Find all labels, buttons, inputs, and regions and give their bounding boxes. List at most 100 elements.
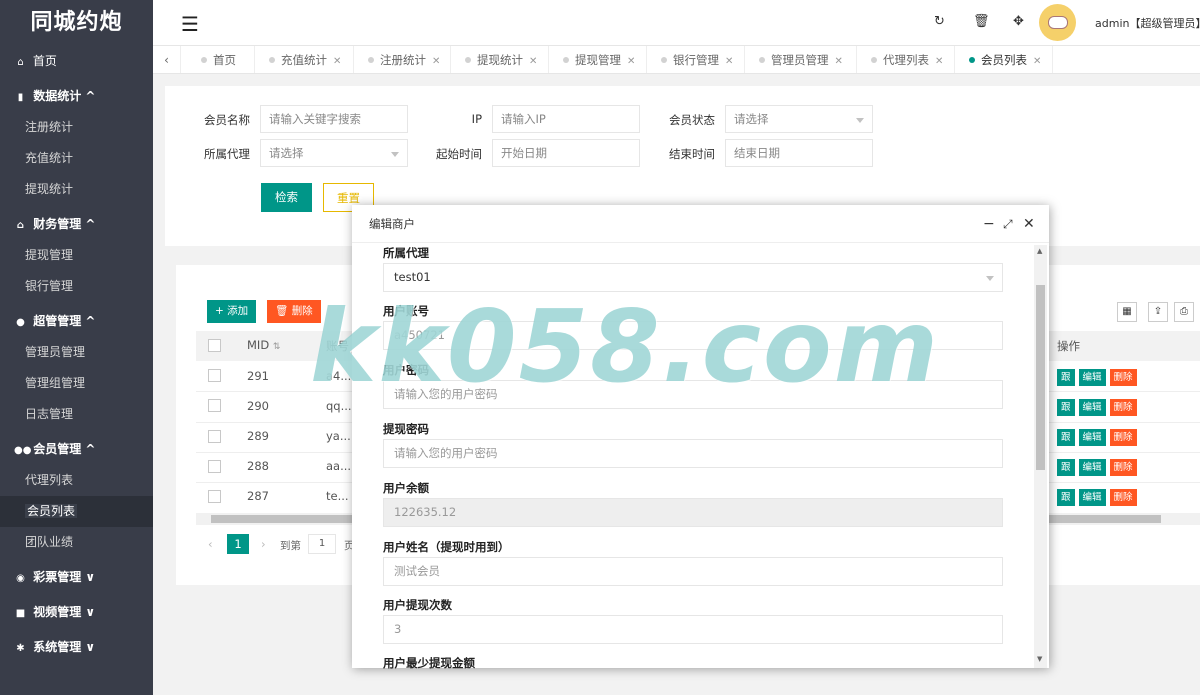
sidebar-item-bank-manage[interactable]: 银行管理 bbox=[0, 271, 153, 302]
sidebar-item-member-list[interactable]: 会员列表 bbox=[0, 496, 153, 527]
row-checkbox[interactable] bbox=[208, 399, 221, 412]
pager-goto-input[interactable]: 1 bbox=[308, 534, 336, 554]
close-icon[interactable]: ✕ bbox=[1023, 205, 1035, 243]
follow-button[interactable]: 跟 bbox=[1057, 369, 1075, 386]
modal-scrollbar[interactable]: ▲ ▼ bbox=[1034, 245, 1047, 668]
batch-delete-button[interactable]: 🗑 删除 bbox=[267, 300, 321, 323]
select-all-checkbox[interactable] bbox=[208, 339, 221, 352]
sidebar-group-video[interactable]: ■ 视频管理 ∨ bbox=[0, 597, 153, 628]
scroll-down-icon[interactable]: ▼ bbox=[1037, 655, 1042, 663]
follow-button[interactable]: 跟 bbox=[1057, 489, 1075, 506]
sidebar-item-recharge-stats[interactable]: 充值统计 bbox=[0, 143, 153, 174]
real-name-input[interactable]: 测试会员 bbox=[383, 557, 1003, 586]
sidebar-item-admin-manage[interactable]: 管理员管理 bbox=[0, 337, 153, 368]
tab-close-icon[interactable]: ✕ bbox=[725, 56, 733, 67]
delete-button[interactable]: 删除 bbox=[1109, 399, 1137, 416]
edit-button[interactable]: 编辑 bbox=[1078, 429, 1106, 446]
row-checkbox[interactable] bbox=[208, 490, 221, 503]
columns-filter-icon[interactable]: ▦ bbox=[1117, 302, 1137, 322]
start-date-input[interactable]: 开始日期 bbox=[492, 139, 640, 167]
follow-button[interactable]: 跟 bbox=[1057, 459, 1075, 476]
pager-next-icon[interactable]: › bbox=[261, 537, 266, 551]
tab-home[interactable]: 首页 bbox=[187, 46, 255, 73]
follow-button[interactable]: 跟 bbox=[1057, 429, 1075, 446]
row-checkbox[interactable] bbox=[208, 369, 221, 382]
fullscreen-icon[interactable]: ✥ bbox=[1013, 14, 1024, 29]
tab-recharge-stats[interactable]: 充值统计 ✕ bbox=[255, 46, 354, 73]
sidebar-item-withdraw-stats[interactable]: 提现统计 bbox=[0, 174, 153, 205]
add-button[interactable]: + 添加 bbox=[207, 300, 257, 323]
sidebar-group-lottery[interactable]: ◉ 彩票管理 ∨ bbox=[0, 562, 153, 593]
member-name-input[interactable]: 请输入关键字搜索 bbox=[260, 105, 408, 133]
avatar[interactable] bbox=[1039, 4, 1076, 41]
withdraw-count-input[interactable]: 3 bbox=[383, 615, 1003, 644]
pager-current-page[interactable]: 1 bbox=[227, 534, 249, 554]
ip-input[interactable]: 请输入IP bbox=[492, 105, 640, 133]
sidebar-item-log-manage[interactable]: 日志管理 bbox=[0, 399, 153, 430]
withdraw-password-input[interactable]: 请输入您的用户密码 bbox=[383, 439, 1003, 468]
end-date-input[interactable]: 结束日期 bbox=[725, 139, 873, 167]
edit-button[interactable]: 编辑 bbox=[1078, 369, 1106, 386]
sidebar-item-agent-list[interactable]: 代理列表 bbox=[0, 465, 153, 496]
tab-scroll-left-icon[interactable]: ‹ bbox=[153, 46, 181, 73]
sidebar-group-header-members[interactable]: ●● 会员管理 ^ bbox=[0, 434, 153, 465]
scroll-up-icon[interactable]: ▲ bbox=[1037, 247, 1042, 255]
modal-scrollbar-thumb[interactable] bbox=[1036, 285, 1045, 470]
column-header-mid[interactable]: MID ⇅ bbox=[247, 338, 280, 352]
sidebar-group-system[interactable]: ✱ 系统管理 ∨ bbox=[0, 632, 153, 663]
sidebar-item-admin-group-manage[interactable]: 管理组管理 bbox=[0, 368, 153, 399]
follow-button[interactable]: 跟 bbox=[1057, 399, 1075, 416]
tab-register-stats[interactable]: 注册统计 ✕ bbox=[354, 46, 451, 73]
delete-button[interactable]: 删除 bbox=[1109, 459, 1137, 476]
app-logo: 同城约炮 bbox=[30, 10, 123, 35]
tab-close-icon[interactable]: ✕ bbox=[529, 56, 537, 67]
minimize-icon[interactable]: − bbox=[983, 205, 995, 243]
edit-button[interactable]: 编辑 bbox=[1078, 459, 1106, 476]
balance-field-label: 用户余额 bbox=[383, 481, 429, 495]
edit-button[interactable]: 编辑 bbox=[1078, 489, 1106, 506]
menu-toggle-icon[interactable]: ☰ bbox=[181, 12, 199, 36]
delete-button[interactable]: 删除 bbox=[1109, 369, 1137, 386]
tab-withdraw-stats[interactable]: 提现统计 ✕ bbox=[451, 46, 549, 73]
maximize-icon[interactable]: ⤢ bbox=[1003, 205, 1013, 243]
password-field-input[interactable]: 请输入您的用户密码 bbox=[383, 380, 1003, 409]
sidebar-item-team-performance[interactable]: 团队业绩 bbox=[0, 527, 153, 558]
sidebar-item-register-stats[interactable]: 注册统计 bbox=[0, 112, 153, 143]
delete-button[interactable]: 删除 bbox=[1109, 429, 1137, 446]
tab-agent-list[interactable]: 代理列表 ✕ bbox=[857, 46, 955, 73]
pager-prev-icon[interactable]: ‹ bbox=[208, 537, 213, 551]
tab-close-icon[interactable]: ✕ bbox=[1033, 56, 1041, 67]
search-button[interactable]: 检索 bbox=[261, 183, 312, 212]
tab-bank-manage[interactable]: 银行管理 ✕ bbox=[647, 46, 745, 73]
row-checkbox[interactable] bbox=[208, 430, 221, 443]
sidebar-group-header-finance[interactable]: ⌂ 财务管理 ^ bbox=[0, 209, 153, 240]
row-mid: 288 bbox=[247, 459, 269, 473]
row-actions: 跟编辑 删除 bbox=[1057, 399, 1141, 416]
current-user-label[interactable]: admin【超级管理员】 bbox=[1095, 15, 1200, 31]
trash-icon[interactable]: 🗑 bbox=[973, 14, 990, 29]
refresh-icon[interactable]: ↻ bbox=[934, 14, 945, 29]
delete-button[interactable]: 删除 bbox=[1109, 489, 1137, 506]
member-status-select[interactable]: 请选择 bbox=[725, 105, 873, 133]
sidebar-item-home[interactable]: ⌂ 首页 bbox=[0, 46, 153, 77]
tab-close-icon[interactable]: ✕ bbox=[935, 56, 943, 67]
sidebar-group-header-data-stats[interactable]: ▮ 数据统计 ^ bbox=[0, 81, 153, 112]
account-field-input[interactable]: a450721 bbox=[383, 321, 1003, 350]
tab-close-icon[interactable]: ✕ bbox=[432, 56, 440, 67]
tab-admin-manage[interactable]: 管理员管理 ✕ bbox=[745, 46, 857, 73]
tab-member-list[interactable]: 会员列表 ✕ bbox=[955, 46, 1053, 73]
export-icon[interactable]: ⇪ bbox=[1148, 302, 1168, 322]
member-name-label: 会员名称 bbox=[204, 113, 250, 127]
sidebar-item-withdraw-manage[interactable]: 提现管理 bbox=[0, 240, 153, 271]
print-icon[interactable]: ⎙ bbox=[1174, 302, 1194, 322]
tab-close-icon[interactable]: ✕ bbox=[627, 56, 635, 67]
agent-select[interactable]: 请选择 bbox=[260, 139, 408, 167]
tab-withdraw-manage[interactable]: 提现管理 ✕ bbox=[549, 46, 647, 73]
sidebar-group-header-super-admin[interactable]: ● 超管管理 ^ bbox=[0, 306, 153, 337]
edit-button[interactable]: 编辑 bbox=[1078, 399, 1106, 416]
row-account: aa... bbox=[326, 459, 352, 473]
tab-close-icon[interactable]: ✕ bbox=[835, 56, 843, 67]
row-checkbox[interactable] bbox=[208, 460, 221, 473]
agent-field-select[interactable]: test01 bbox=[383, 263, 1003, 292]
tab-close-icon[interactable]: ✕ bbox=[333, 56, 341, 67]
